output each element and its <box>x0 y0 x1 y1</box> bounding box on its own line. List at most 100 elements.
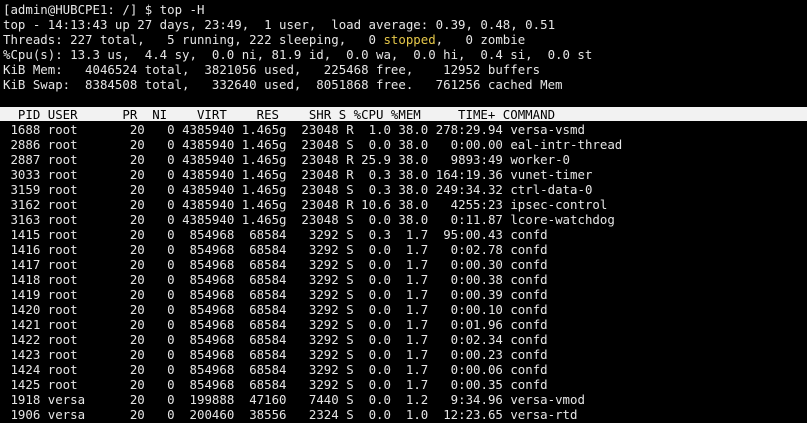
cell-cpu: 0.0 <box>361 287 399 302</box>
cell-cpu: 0.0 <box>361 407 399 422</box>
cell-mem: 1.7 <box>398 302 436 317</box>
cell-mem: 1.7 <box>398 377 436 392</box>
cell-res: 38556 <box>241 407 294 422</box>
cell-pid: 3162 <box>3 197 48 212</box>
cell-ni: 0 <box>152 122 183 137</box>
cell-res: 68584 <box>241 257 294 272</box>
cell-user: root <box>47 242 123 257</box>
cell-command: worker-0 <box>510 152 571 167</box>
cell-time: 0:00.39 <box>435 287 511 302</box>
cell-ni: 0 <box>152 407 183 422</box>
cell-ni: 0 <box>152 347 183 362</box>
cell-time: 249:34.32 <box>435 182 511 197</box>
cell-pr: 20 <box>122 227 153 242</box>
cell-state: R <box>346 122 362 137</box>
cell-res: 47160 <box>241 392 294 407</box>
cell-mem: 1.2 <box>398 392 436 407</box>
cell-user: root <box>47 302 123 317</box>
process-row: 3163 root 20 0 4385940 1.465g 23048 S 0.… <box>3 212 615 227</box>
cell-ni: 0 <box>152 227 183 242</box>
cell-pid: 1422 <box>3 332 48 347</box>
cell-ni: 0 <box>152 362 183 377</box>
cell-cpu: 0.0 <box>361 317 399 332</box>
cell-mem: 1.0 <box>398 407 436 422</box>
cell-command: lcore-watchdog <box>510 212 615 227</box>
cell-command: confd <box>510 317 548 332</box>
cell-user: root <box>47 197 123 212</box>
cell-virt: 4385940 <box>182 167 242 182</box>
process-row: 3162 root 20 0 4385940 1.465g 23048 R 10… <box>3 197 607 212</box>
cell-ni: 0 <box>152 182 183 197</box>
cell-time: 0:02.34 <box>435 332 511 347</box>
process-row: 1421 root 20 0 854968 68584 3292 S 0.0 1… <box>3 317 548 332</box>
cell-shr: 2324 <box>293 407 347 422</box>
cell-time: 0:00.30 <box>435 257 511 272</box>
cell-pid: 1421 <box>3 317 48 332</box>
cell-shr: 23048 <box>293 152 347 167</box>
cell-res: 68584 <box>241 362 294 377</box>
terminal-window[interactable]: [admin@HUBCPE1: /] $ top -H top - 14:13:… <box>0 0 807 423</box>
cell-pid: 1418 <box>3 272 48 287</box>
cell-state: S <box>346 182 362 197</box>
cell-command: eal-intr-thread <box>510 137 623 152</box>
cell-pr: 20 <box>122 122 153 137</box>
cell-time: 95:00.43 <box>435 227 511 242</box>
cell-mem: 38.0 <box>398 197 436 212</box>
cell-time: 0:00.00 <box>435 137 511 152</box>
cell-virt: 854968 <box>182 317 242 332</box>
cell-cpu: 1.0 <box>361 122 399 137</box>
cell-shr: 3292 <box>293 317 347 332</box>
cell-res: 1.465g <box>241 182 294 197</box>
cell-mem: 1.7 <box>398 272 436 287</box>
cell-virt: 854968 <box>182 287 242 302</box>
cell-ni: 0 <box>152 242 183 257</box>
cell-res: 68584 <box>241 227 294 242</box>
cell-state: S <box>346 212 362 227</box>
cell-time: 0:00.38 <box>435 272 511 287</box>
cell-ni: 0 <box>152 392 183 407</box>
cell-cpu: 0.3 <box>361 182 399 197</box>
cpu-line: %Cpu(s): 13.3 us, 4.4 sy, 0.0 ni, 81.9 i… <box>3 47 593 62</box>
swap-line: KiB Swap: 8384508 total, 332640 used, 80… <box>3 77 563 92</box>
threads-line: Threads: 227 total, 5 running, 222 sleep… <box>3 32 525 47</box>
cell-virt: 854968 <box>182 377 242 392</box>
cell-cpu: 0.0 <box>361 302 399 317</box>
cell-cpu: 0.0 <box>361 332 399 347</box>
cell-command: ctrl-data-0 <box>510 182 593 197</box>
cell-mem: 1.7 <box>398 242 436 257</box>
cell-state: R <box>346 167 362 182</box>
cell-shr: 23048 <box>293 122 347 137</box>
cell-time: 9893:49 <box>435 152 511 167</box>
cell-mem: 1.7 <box>398 332 436 347</box>
process-row: 1906 versa 20 0 200460 38556 2324 S 0.0 … <box>3 407 577 422</box>
cell-command: confd <box>510 272 548 287</box>
cell-cpu: 0.0 <box>361 362 399 377</box>
cell-virt: 854968 <box>182 362 242 377</box>
cell-res: 68584 <box>241 377 294 392</box>
cell-shr: 23048 <box>293 212 347 227</box>
process-row: 1418 root 20 0 854968 68584 3292 S 0.0 1… <box>3 272 548 287</box>
cell-cpu: 0.3 <box>361 227 399 242</box>
cell-cpu: 0.0 <box>361 392 399 407</box>
cell-user: root <box>47 377 123 392</box>
process-row: 3033 root 20 0 4385940 1.465g 23048 R 0.… <box>3 167 592 182</box>
cell-ni: 0 <box>152 212 183 227</box>
cell-virt: 854968 <box>182 332 242 347</box>
cell-state: R <box>346 152 362 167</box>
cell-virt: 4385940 <box>182 137 242 152</box>
cell-command: confd <box>510 227 548 242</box>
cell-time: 4255:23 <box>435 197 511 212</box>
cell-command: confd <box>510 242 548 257</box>
cell-virt: 854968 <box>182 227 242 242</box>
cell-shr: 23048 <box>293 182 347 197</box>
cell-res: 1.465g <box>241 167 294 182</box>
cell-shr: 23048 <box>293 137 347 152</box>
cell-state: S <box>346 407 362 422</box>
cell-pr: 20 <box>122 272 153 287</box>
process-row: 1419 root 20 0 854968 68584 3292 S 0.0 1… <box>3 287 547 302</box>
cell-command: confd <box>510 302 548 317</box>
cell-virt: 4385940 <box>182 182 242 197</box>
cell-time: 0:00.35 <box>435 377 511 392</box>
cell-res: 1.465g <box>241 197 294 212</box>
cell-state: S <box>346 287 362 302</box>
